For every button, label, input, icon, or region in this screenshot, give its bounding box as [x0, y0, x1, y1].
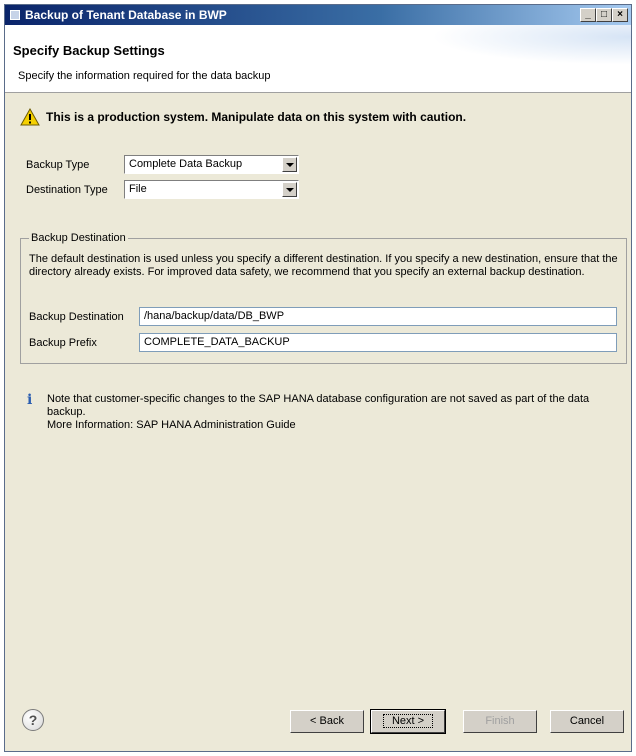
wizard-footer: ? < Back Next > Finish Cancel [5, 693, 631, 751]
backup-prefix-label: Backup Prefix [29, 336, 97, 349]
app-icon [10, 10, 20, 20]
backup-prefix-input[interactable]: COMPLETE_DATA_BACKUP [139, 333, 617, 352]
next-button-label: Next > [382, 714, 434, 728]
wizard-header: Specify Backup Settings Specify the info… [5, 25, 631, 93]
title-bar[interactable]: Backup of Tenant Database in BWP _ □ × [5, 5, 631, 25]
backup-destination-label: Backup Destination [29, 310, 124, 323]
warning-triangle-icon [20, 108, 40, 126]
next-button[interactable]: Next > [370, 709, 446, 734]
backup-type-label: Backup Type [26, 158, 90, 171]
info-icon: i [27, 392, 33, 408]
backup-destination-row: Backup Destination /hana/backup/data/DB_… [29, 307, 617, 326]
back-button[interactable]: < Back [290, 710, 364, 733]
backup-destination-group: Backup Destination The default destinati… [20, 232, 627, 364]
minimize-button[interactable]: _ [580, 8, 596, 22]
window-title: Backup of Tenant Database in BWP [25, 8, 227, 22]
backup-type-row: Backup Type Complete Data Backup [26, 155, 299, 174]
window-controls: _ □ × [580, 8, 628, 22]
warning-text: This is a production system. Manipulate … [46, 110, 467, 124]
wizard-content: This is a production system. Manipulate … [5, 93, 631, 695]
help-icon[interactable]: ? [22, 709, 44, 731]
maximize-button[interactable]: □ [596, 8, 612, 22]
backup-destination-input[interactable]: /hana/backup/data/DB_BWP [139, 307, 617, 326]
chevron-down-icon[interactable] [282, 157, 297, 172]
finish-button[interactable]: Finish [463, 710, 537, 733]
close-button[interactable]: × [612, 8, 628, 22]
config-note: i Note that customer-specific changes to… [27, 393, 627, 432]
destination-type-value: File [129, 183, 147, 195]
production-warning: This is a production system. Manipulate … [20, 108, 466, 126]
cancel-button[interactable]: Cancel [550, 710, 624, 733]
backup-type-value: Complete Data Backup [129, 158, 243, 170]
page-description: Specify the information required for the… [18, 70, 271, 82]
backup-prefix-row: Backup Prefix COMPLETE_DATA_BACKUP [29, 333, 617, 352]
backup-dialog: Backup of Tenant Database in BWP _ □ × S… [4, 4, 632, 752]
note-text: Note that customer-specific changes to t… [47, 393, 627, 432]
header-banner [431, 25, 631, 65]
chevron-down-icon[interactable] [282, 182, 297, 197]
note-more-info: More Information: SAP HANA Administratio… [47, 419, 296, 431]
destination-type-select[interactable]: File [124, 180, 299, 199]
destination-type-row: Destination Type File [26, 180, 299, 199]
destination-description: The default destination is used unless y… [29, 253, 618, 278]
destination-type-label: Destination Type [26, 183, 108, 196]
group-label: Backup Destination [29, 232, 128, 244]
backup-type-select[interactable]: Complete Data Backup [124, 155, 299, 174]
note-line: Note that customer-specific changes to t… [47, 393, 590, 418]
page-title: Specify Backup Settings [13, 43, 165, 58]
